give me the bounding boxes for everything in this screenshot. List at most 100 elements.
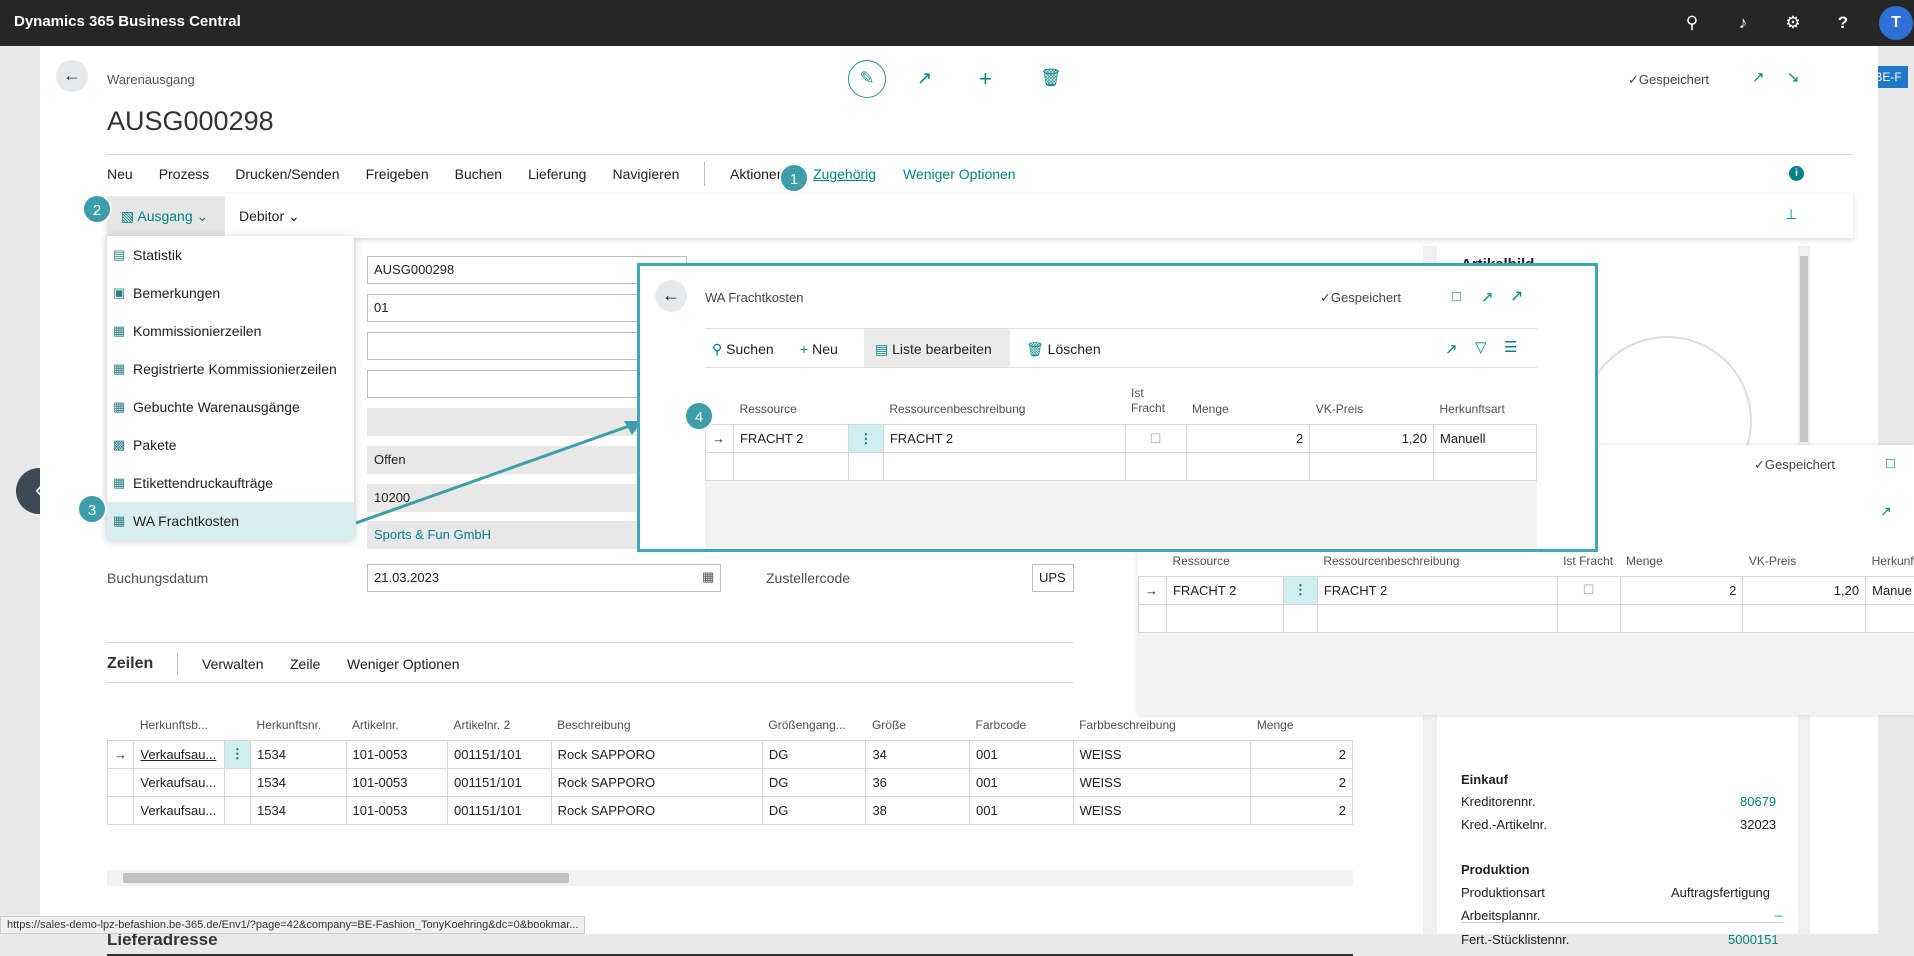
- cell[interactable]: 1534: [251, 740, 346, 768]
- cell[interactable]: [1310, 453, 1434, 481]
- cell[interactable]: [1866, 604, 1914, 632]
- action-buchen[interactable]: Buchen: [455, 166, 502, 190]
- cell[interactable]: 2: [1620, 576, 1743, 604]
- scrollbar-thumb[interactable]: [123, 873, 569, 883]
- cell[interactable]: 1534: [251, 796, 346, 824]
- action-aktionen[interactable]: Aktionen: [730, 166, 784, 182]
- table-row[interactable]: Verkaufsau... 1534 101-0053 001151/101 R…: [108, 796, 1353, 824]
- filter-icon[interactable]: ▽: [1475, 338, 1487, 356]
- menu-bemerkungen[interactable]: ▣Bemerkungen: [107, 274, 354, 312]
- cell[interactable]: DG: [762, 796, 866, 824]
- table-row[interactable]: [1139, 604, 1914, 632]
- list-view-icon[interactable]: ☰: [1504, 338, 1517, 356]
- open-new-window-icon[interactable]: ↗: [1481, 288, 1494, 306]
- cell[interactable]: 2: [1251, 740, 1353, 768]
- cell[interactable]: DG: [762, 740, 866, 768]
- cell[interactable]: WEISS: [1073, 740, 1251, 768]
- table-row[interactable]: → FRACHT 2 ⋮ FRACHT 2 ☐ 2 1,20 Manuell: [706, 425, 1537, 453]
- col-header[interactable]: Menge: [1620, 540, 1743, 576]
- cell[interactable]: Manuell: [1434, 425, 1537, 453]
- field-posting-date[interactable]: 21.03.2023: [367, 564, 721, 592]
- col-header[interactable]: Größe: [866, 704, 970, 740]
- popup-back-button[interactable]: ←: [655, 280, 687, 312]
- col-header[interactable]: Ist Fracht: [1125, 386, 1186, 425]
- edit-button[interactable]: ✎: [848, 60, 886, 98]
- bell-icon[interactable]: ♪: [1732, 12, 1754, 34]
- col-header[interactable]: Farbcode: [970, 704, 1074, 740]
- cell[interactable]: DG: [762, 768, 866, 796]
- col-header[interactable]: Artikelnr.: [346, 704, 448, 740]
- cell[interactable]: FRACHT 2: [883, 425, 1125, 453]
- new-icon[interactable]: +: [979, 66, 992, 92]
- cell[interactable]: FRACHT 2: [733, 425, 848, 453]
- cell[interactable]: [1283, 604, 1317, 632]
- cell[interactable]: 2: [1251, 768, 1353, 796]
- info-icon[interactable]: i: [1789, 166, 1804, 181]
- cell[interactable]: 1,20: [1310, 425, 1434, 453]
- cell[interactable]: [1743, 604, 1866, 632]
- row-menu-icon[interactable]: ⋮: [224, 740, 250, 768]
- cell[interactable]: [1557, 604, 1620, 632]
- fewer-options-button[interactable]: Weniger Optionen: [903, 166, 1016, 182]
- menu-kommissionierzeilen[interactable]: ▦Kommissionierzeilen: [107, 312, 354, 350]
- action-prozess[interactable]: Prozess: [159, 166, 210, 190]
- new-button[interactable]: + Neu: [800, 341, 838, 357]
- calendar-icon[interactable]: ▦: [702, 569, 714, 585]
- cell[interactable]: [1317, 604, 1557, 632]
- lines-manage[interactable]: Verwalten: [202, 656, 263, 672]
- cell[interactable]: 34: [866, 740, 970, 768]
- kreditorennr-value[interactable]: 80679: [1740, 794, 1776, 809]
- lines-fewer-options[interactable]: Weniger Optionen: [347, 656, 460, 672]
- arbeitsplan-value[interactable]: _: [1775, 902, 1782, 917]
- tab-zugehoerig[interactable]: Zugehörig: [813, 166, 876, 182]
- action-lieferung[interactable]: Lieferung: [528, 166, 586, 190]
- table-row[interactable]: → FRACHT 2 ⋮ FRACHT 2 ☐ 2 1,20 Manue: [1139, 576, 1914, 604]
- action-navigieren[interactable]: Navigieren: [612, 166, 679, 190]
- menu-wa-frachtkosten[interactable]: ▦WA Frachtkosten: [107, 502, 354, 540]
- back-button[interactable]: ←: [56, 60, 88, 92]
- cell[interactable]: Verkaufsau...: [134, 768, 224, 796]
- action-neu[interactable]: Neu: [107, 166, 133, 190]
- action-freigeben[interactable]: Freigeben: [366, 166, 429, 190]
- cell[interactable]: Rock SAPPORO: [551, 768, 762, 796]
- cell[interactable]: 1,20: [1743, 576, 1866, 604]
- table-row[interactable]: → Verkaufsau... ⋮ 1534 101-0053 001151/1…: [108, 740, 1353, 768]
- row-selector[interactable]: [108, 768, 134, 796]
- cell[interactable]: 2: [1186, 425, 1310, 453]
- share-icon[interactable]: ↗: [1445, 340, 1458, 358]
- pin-icon[interactable]: ⊥: [1785, 206, 1797, 223]
- col-header[interactable]: Herkunftsnr.: [251, 704, 346, 740]
- share-icon[interactable]: ↗: [1880, 503, 1892, 520]
- open-new-window-icon[interactable]: ↗: [1752, 68, 1765, 86]
- cell[interactable]: [733, 453, 848, 481]
- cell[interactable]: 2: [1251, 796, 1353, 824]
- table-row[interactable]: Verkaufsau... 1534 101-0053 001151/101 R…: [108, 768, 1353, 796]
- help-icon[interactable]: ?: [1832, 12, 1854, 34]
- cell[interactable]: 001151/101: [448, 796, 552, 824]
- ist-fracht-checkbox[interactable]: ☐: [1125, 425, 1186, 453]
- field-shipper[interactable]: UPS: [1032, 564, 1074, 592]
- col-header[interactable]: VK-Preis: [1743, 540, 1866, 576]
- col-header[interactable]: Beschreibung: [551, 704, 762, 740]
- cell[interactable]: FRACHT 2: [1317, 576, 1557, 604]
- cell[interactable]: [1434, 453, 1537, 481]
- col-header[interactable]: Menge: [1186, 386, 1310, 425]
- search-icon[interactable]: ⚲: [1681, 12, 1703, 34]
- cell[interactable]: [706, 453, 734, 481]
- gear-icon[interactable]: ⚙: [1782, 12, 1804, 34]
- debitor-menu-button[interactable]: Debitor ⌄: [239, 208, 300, 225]
- share-icon[interactable]: ↗: [917, 68, 932, 89]
- cell[interactable]: Rock SAPPORO: [551, 740, 762, 768]
- col-header[interactable]: Artikelnr. 2: [448, 704, 552, 740]
- app-title[interactable]: Dynamics 365 Business Central: [14, 13, 241, 30]
- collapse-icon[interactable]: ↘: [1787, 68, 1800, 86]
- lines-line[interactable]: Zeile: [290, 656, 320, 672]
- cell[interactable]: 38: [866, 796, 970, 824]
- row-selector[interactable]: [108, 796, 134, 824]
- cell[interactable]: 001: [970, 796, 1074, 824]
- cell[interactable]: 001: [970, 768, 1074, 796]
- cell[interactable]: Manue: [1866, 576, 1914, 604]
- cell[interactable]: [1620, 604, 1743, 632]
- row-menu-icon[interactable]: ⋮: [848, 425, 883, 453]
- cell[interactable]: [883, 453, 1125, 481]
